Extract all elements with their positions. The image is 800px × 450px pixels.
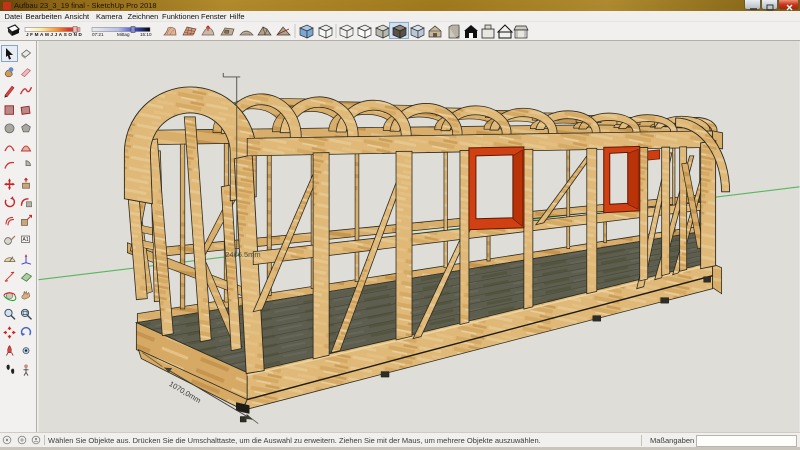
svg-text:07:21: 07:21 bbox=[92, 32, 104, 37]
svg-text:2466.5mm: 2466.5mm bbox=[225, 250, 260, 259]
svg-text:JFMAMJJASOND: JFMAMJJASOND bbox=[26, 32, 83, 37]
svg-text:15:10: 15:10 bbox=[140, 32, 152, 37]
svg-text:A1: A1 bbox=[23, 237, 29, 243]
svg-text:Mittag: Mittag bbox=[117, 32, 130, 37]
